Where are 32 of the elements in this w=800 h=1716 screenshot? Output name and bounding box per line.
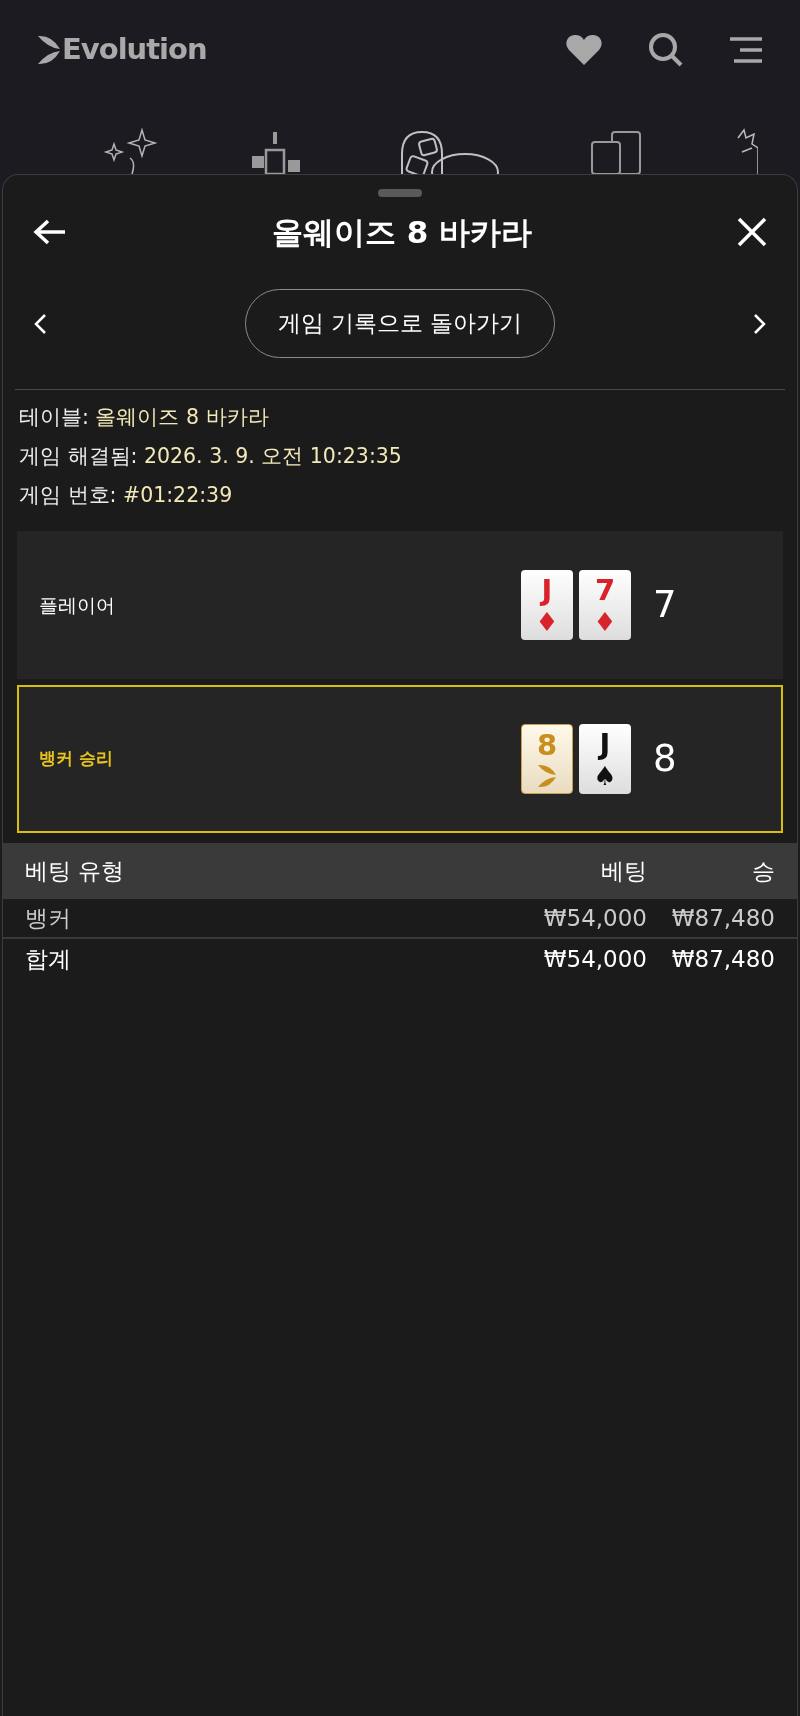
menu-icon[interactable]	[730, 36, 762, 64]
total-cell-text: ₩87,480	[670, 944, 776, 974]
table-cell-text: ₩87,480	[670, 903, 776, 933]
playing-card: 7 ♦	[579, 570, 631, 640]
column-header: 승	[751, 856, 776, 886]
leaf-logo-icon	[536, 763, 558, 788]
total-cell-text: ₩54,000	[542, 944, 647, 974]
chevron-right-icon[interactable]	[753, 313, 767, 335]
info-line: 게임 번호: #01:22:39	[19, 482, 234, 509]
hand-label: 뱅커 승리	[38, 747, 114, 771]
hand-score: 7	[652, 582, 678, 629]
info-line: 테이블: 올웨이즈 8 바카라	[19, 404, 270, 431]
playing-card: J ♦	[521, 570, 573, 640]
info-line: 게임 해결됨: 2026. 3. 9. 오전 10:23:35	[19, 443, 403, 470]
hand-label: 플레이어	[38, 592, 116, 618]
column-header: 베팅 유형	[24, 856, 126, 886]
table-cell-text: ₩54,000	[542, 903, 647, 933]
hand-score: 8	[652, 736, 678, 783]
chevron-left-icon[interactable]	[33, 313, 47, 335]
close-icon[interactable]	[737, 217, 767, 247]
playing-card: 8	[521, 724, 573, 794]
back-arrow-icon[interactable]	[33, 218, 67, 246]
table-cell-text: 뱅커	[24, 903, 72, 933]
total-cell-text: 합계	[24, 944, 72, 974]
heart-icon[interactable]	[566, 34, 602, 66]
playing-card: J ♠	[579, 724, 631, 794]
search-icon[interactable]	[648, 32, 684, 68]
sheet-title: 올웨이즈 8 바카라	[271, 212, 533, 252]
drag-handle[interactable]	[378, 189, 422, 197]
column-header: 베팅	[600, 856, 647, 886]
logo-icon	[38, 35, 62, 65]
brand-name[interactable]: Evolution	[62, 28, 207, 72]
